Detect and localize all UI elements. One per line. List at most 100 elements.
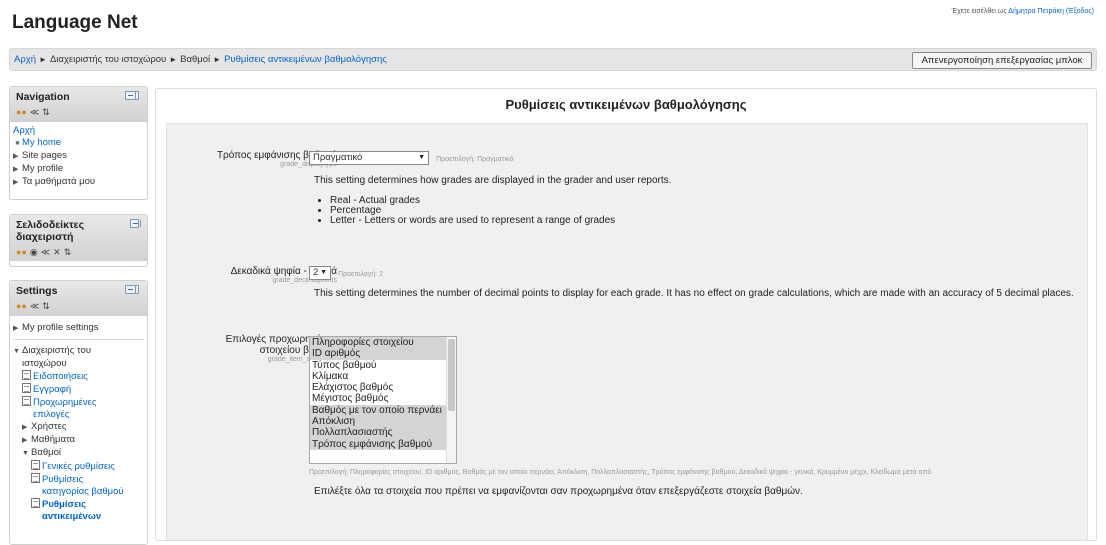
courses-node[interactable]: ▶ Μαθήματα [13,434,144,447]
expand-arrow-icon: ▶ [22,437,28,444]
users-label: Χρήστες [31,421,67,432]
users-node[interactable]: ▶ Χρήστες [13,421,144,434]
nav-home-link[interactable]: Αρχή [13,125,35,136]
settings-tree: ▶ My profile settings ▼ Διαχειριστής του ι… [10,316,147,527]
page-header: Language Net Έχετε εισέλθει ως Δήμητρα Π… [0,0,1106,44]
item-advanced-description: Επιλέξτε όλα τα στοιχεία που πρέπει να ε… [314,486,803,497]
my-profile-settings-node[interactable]: ▶ My profile settings [13,322,144,340]
decimal-points-default: Προεπιλογή: 2 [338,270,383,278]
settings-page-icon [31,473,40,483]
list-item[interactable]: Τρόπος εμφάνισης βαθμού [310,438,456,450]
bookmarks-title-line1: Σελιδοδείκτες [16,219,85,231]
general-settings-link[interactable]: Γενικές ρυθμίσεις [42,461,115,472]
display-type-select[interactable]: Πραγματικό ▼ [309,151,429,165]
nav-my-profile[interactable]: ▶ My profile [13,163,144,176]
grades-node[interactable]: ▼ Βαθμοί [13,447,144,460]
site-admin-node[interactable]: ▼ Διαχειριστής του [13,345,144,358]
advanced-features-link[interactable]: Προχωρημένες [33,397,96,408]
site-admin-label-cont: ιστοχώρου [22,358,67,369]
list-item[interactable]: Βαθμός με τον οποίο περνάει [310,404,456,417]
bullet-icon: ■ [15,140,20,147]
edit-icon[interactable]: ≪ [41,247,50,257]
edit-icon[interactable]: ≪ [30,301,39,311]
display-type-default: Προεπιλογή: Πραγματικό [436,155,514,163]
expand-arrow-icon: ▶ [13,166,19,173]
list-item[interactable]: Πολλαπλασιαστής [310,427,456,439]
dropdown-arrow-icon: ▼ [418,154,425,161]
navigation-block-title: Navigation [16,91,70,103]
list-item[interactable]: ID αριθμός [310,348,456,360]
nav-my-profile-label: My profile [22,163,64,174]
list-item[interactable]: Πληροφορίες στοιχείου [310,337,456,349]
delete-icon[interactable]: ✕ [53,247,61,257]
category-settings-link-cont[interactable]: κατηγορίας βαθμού [42,486,124,497]
page-title: Ρυθμίσεις αντικειμένων βαθμολόγησης [505,97,747,112]
breadcrumb-current[interactable]: Ρυθμίσεις αντικειμένων βαθμολόγησης [224,54,387,65]
nav-site-pages[interactable]: ▶ Site pages [13,150,144,163]
settings-page-icon [31,460,40,470]
list-item[interactable]: Ελάχιστος βαθμός [310,382,456,393]
registration-link[interactable]: Εγγραφή [33,384,71,395]
assign-roles-icon[interactable]: ●● [16,107,27,117]
list-item[interactable]: Απόκλιση [310,416,456,428]
expand-arrow-icon: ▶ [22,424,28,431]
dropdown-arrow-icon: ▼ [320,269,327,276]
display-type-options-list: Real - Actual grades Percentage Letter -… [316,196,615,226]
settings-form: Τρόπος εμφάνισης βαθμού grade_displaytyp… [166,123,1088,540]
item-advanced-multiselect[interactable]: Πληροφορίες στοιχείου ID αριθμός Τύπος β… [309,336,457,464]
navigation-block: Navigation ●● ≪ ⇅ Αρχή ■ My home ▶ Site page… [9,86,148,200]
decimal-points-value: 2 [313,267,319,278]
settings-block-title: Settings [16,285,58,297]
logout-link[interactable]: (Έξοδος) [1066,8,1094,15]
navigation-tree: Αρχή ■ My home ▶ Site pages ▶ My profile ▶ Τ… [10,122,147,193]
advanced-features-link-cont[interactable]: επιλογές [33,409,69,420]
dock-block-icon[interactable] [125,91,139,100]
bookmarks-title-line2: διαχειριστή [16,231,74,243]
display-type-value: Πραγματικό [313,152,363,163]
breadcrumb-home[interactable]: Αρχή [14,54,36,65]
decimal-points-description: This setting determines the number of de… [314,288,1074,299]
notifications-link[interactable]: Ειδοποιήσεις [33,371,88,382]
site-title[interactable]: Language Net [12,12,138,34]
nav-my-home-link[interactable]: My home [22,137,61,148]
dock-block-icon[interactable] [130,219,141,228]
settings-page-icon [22,370,31,380]
dock-block-icon[interactable] [125,285,139,294]
expand-arrow-icon: ▶ [13,179,19,186]
settings-page-icon [22,383,31,393]
nav-site-pages-label: Site pages [22,150,67,161]
list-item[interactable]: Μέγιστος βαθμός [310,393,456,404]
site-admin-label: Διαχειριστής του [22,345,92,356]
move-icon[interactable]: ⇅ [42,301,50,311]
list-item[interactable]: Κλίμακα [310,371,456,382]
multiselect-scrollbar[interactable] [446,337,456,463]
list-item[interactable]: Τύπος βαθμού [310,360,456,371]
block-tools: ●● ≪ ⇅ [16,300,141,312]
breadcrumb-separator: ► [39,55,47,64]
user-profile-link[interactable]: Δήμητρα Πετράκη [1008,8,1064,15]
category-settings-link[interactable]: Ρυθμίσεις [42,474,83,485]
assign-roles-icon[interactable]: ●● [16,247,27,257]
turn-editing-off-button[interactable]: Απενεργοποίηση επεξεργασίας μπλοκ [912,52,1092,69]
edit-icon[interactable]: ≪ [30,107,39,117]
item-settings-link-active[interactable]: Ρυθμίσεις [42,499,86,510]
decimal-points-select[interactable]: 2 ▼ [309,266,331,280]
nav-my-courses[interactable]: ▶ Τα μαθήματά μου [13,176,144,189]
item-settings-link-active-cont[interactable]: αντικειμένων [42,511,101,522]
settings-page-icon [31,498,40,508]
settings-page-icon [22,396,31,406]
main-content: Ρυθμίσεις αντικειμένων βαθμολόγησης Τρόπ… [155,88,1097,541]
move-icon[interactable]: ⇅ [42,107,50,117]
block-tools: ●● ≪ ⇅ [16,106,141,118]
assign-roles-icon[interactable]: ●● [16,301,27,311]
breadcrumb-site-admin: Διαχειριστής του ιστοχώρου [49,54,167,65]
expand-arrow-icon: ▶ [13,325,19,332]
move-icon[interactable]: ⇅ [64,247,72,257]
list-item: Letter - Letters or words are used to re… [330,216,615,226]
bookmarks-block-header: Σελιδοδείκτες διαχειριστή ●● ◉ ≪ ✕ ⇅ [10,215,147,261]
settings-block-header: Settings ●● ≪ ⇅ [10,281,147,316]
scrollbar-thumb[interactable] [448,339,455,411]
login-prefix: Έχετε εισέλθει ως [951,8,1007,15]
hide-icon[interactable]: ◉ [30,247,38,257]
collapse-arrow-icon: ▼ [22,450,29,457]
